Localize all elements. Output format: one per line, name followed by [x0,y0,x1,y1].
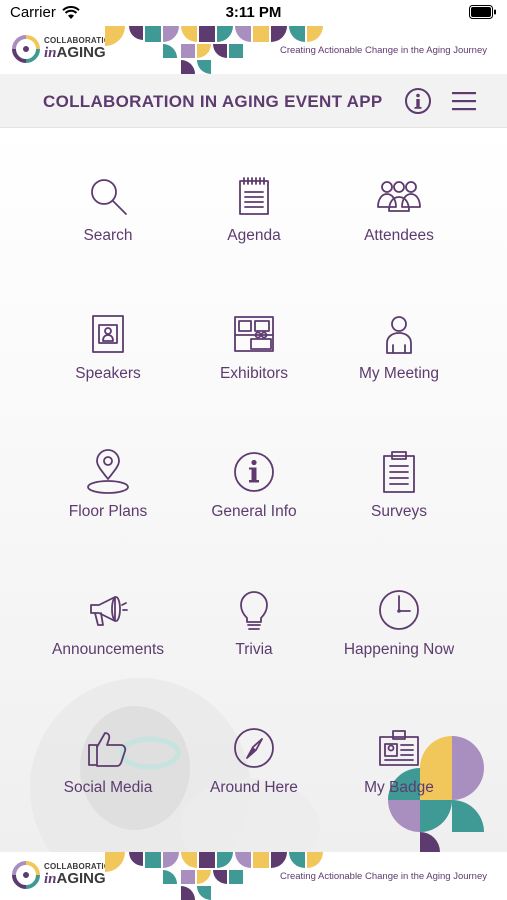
menu-tile-announcements[interactable]: Announcements [33,587,183,697]
menu-tile-label: My Meeting [358,365,440,382]
clipboard-icon [383,451,415,493]
menu-tile-attendees[interactable]: Attendees [324,173,474,283]
top-banner: COLLABORATION inAGING Creating Actionabl… [0,26,507,74]
menu-tile-happening-now[interactable]: Happening Now [324,587,474,697]
logo-in: in [44,871,57,887]
logo-ring-icon [12,35,40,63]
app-header: COLLABORATION IN AGING EVENT APP [0,74,507,128]
search-icon [91,179,127,215]
battery-icon [469,5,497,23]
menu-tile-label: General Info [211,503,297,520]
menu-tile-speakers[interactable]: Speakers [33,311,183,421]
notepad-icon [239,177,269,215]
menu-tile-label: Social Media [63,779,153,796]
menu-tile-around-here[interactable]: Around Here [179,725,329,835]
person-icon [386,316,412,354]
logo-in: in [44,45,57,61]
menu-tile-label: Trivia [235,641,273,658]
menu-tile-label: Attendees [364,227,434,244]
megaphone-icon [90,596,128,626]
logo-aging: AGING [56,870,106,887]
lightbulb-icon [240,591,268,630]
collaboration-logo: COLLABORATION inAGING [12,35,116,63]
bottom-banner: COLLABORATION inAGING Creating Actionabl… [0,852,507,900]
hamburger-menu-icon[interactable] [451,89,477,113]
page-title: COLLABORATION IN AGING EVENT APP [43,92,383,111]
map-pin-icon [87,449,129,494]
people-group-icon [377,181,421,212]
menu-tile-social-media[interactable]: Social Media [33,725,183,835]
menu-tile-label: Speakers [75,365,141,382]
badge-icon [379,730,419,766]
menu-tile-label: Floor Plans [68,503,148,520]
banner-tagline: Creating Actionable Change in the Aging … [279,871,487,882]
booth-icon [234,316,274,352]
status-bar: Carrier 3:11 PM [0,0,507,26]
menu-tile-label: My Badge [364,779,434,796]
id-card-icon [92,315,124,353]
menu-tile-label: Around Here [210,779,298,796]
menu-tile-trivia[interactable]: Trivia [179,587,329,697]
info-icon[interactable] [404,87,432,115]
menu-tile-my-meeting[interactable]: My Meeting [324,311,474,421]
clock-icon [379,590,419,630]
menu-tile-floor-plans[interactable]: Floor Plans [33,449,183,559]
menu-tile-agenda[interactable]: Agenda [179,173,329,283]
main-menu-grid: Search Agenda Attendees Speakers Exhibitors M… [0,128,507,852]
menu-tile-general-info[interactable]: General Info [179,449,329,559]
menu-tile-label: Exhibitors [219,365,289,382]
menu-tile-label: Surveys [371,503,427,520]
menu-tile-label: Agenda [227,227,281,244]
menu-tile-label: Happening Now [343,641,455,658]
menu-tile-my-badge[interactable]: My Badge [324,725,474,835]
menu-tile-label: Announcements [51,641,165,658]
status-time: 3:11 PM [225,4,282,21]
menu-tile-label: Search [83,227,133,244]
collaboration-logo-bottom: COLLABORATION inAGING [12,861,116,889]
menu-tile-search[interactable]: Search [33,173,183,283]
logo-aging: AGING [56,44,106,61]
thumbs-up-icon [88,732,127,767]
logo-ring-icon [12,861,40,889]
menu-tile-surveys[interactable]: Surveys [324,449,474,559]
menu-tile-exhibitors[interactable]: Exhibitors [179,311,329,421]
compass-icon [234,728,274,768]
banner-tagline: Creating Actionable Change in the Aging … [279,45,487,56]
info-circle-icon [234,452,274,492]
